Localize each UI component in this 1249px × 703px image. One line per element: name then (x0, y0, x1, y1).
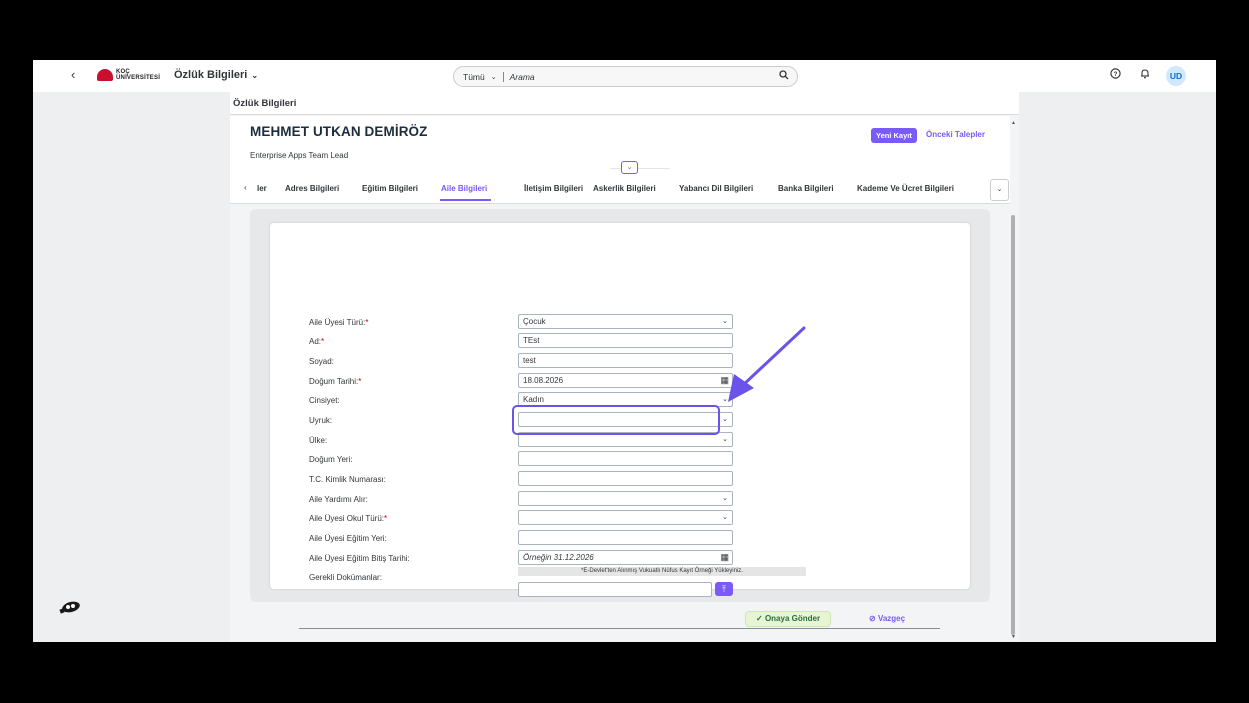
scroll-down-icon[interactable]: ▼ (1011, 634, 1016, 640)
tab-foreign-language[interactable]: Yabancı Dil Bilgileri (679, 184, 753, 193)
tab-address[interactable]: Adres Bilgileri (285, 184, 339, 193)
tab-education[interactable]: Eğitim Bilgileri (362, 184, 418, 193)
label-birth-place: Doğum Yeri: (309, 455, 353, 464)
chevron-left-icon[interactable]: ‹ (244, 183, 247, 192)
bell-icon[interactable] (1136, 67, 1154, 85)
submit-for-approval-button[interactable]: ✓ Onaya Gönder (745, 611, 832, 627)
tab-overflow-button[interactable]: ⌄ (990, 179, 1009, 201)
scrollbar[interactable] (1011, 215, 1015, 635)
label-family-aid: Aile Yardımı Alır: (309, 495, 368, 504)
app-window: ‹ KOÇ ÜNİVERSİTESİ Özlük Bilgileri ⌄ Tüm… (33, 60, 1216, 642)
page: Özlük Bilgileri MEHMET UTKAN DEMİRÖZ Ent… (230, 92, 1019, 642)
cancel-button[interactable]: ⊘ Vazgeç (869, 614, 905, 623)
search-scope-label: Tümü (463, 71, 485, 82)
education-end-date-input[interactable]: Örneğin 31.12.2026 ▦ (518, 550, 733, 565)
education-place-input[interactable] (518, 530, 733, 545)
tab-contact[interactable]: İletişim Bilgileri (524, 184, 583, 193)
tab-salary[interactable]: Kademe Ve Ücret Bilgileri (857, 184, 954, 193)
shell-actions: ? UD (1106, 66, 1186, 86)
chat-assistant-icon[interactable] (58, 600, 82, 623)
logo-mark (97, 69, 113, 81)
school-type-select[interactable]: ⌄ (518, 510, 733, 525)
family-aid-select[interactable]: ⌄ (518, 491, 733, 506)
logo-text-line2: ÜNİVERSİTESİ (116, 75, 161, 81)
avatar[interactable]: UD (1166, 66, 1186, 86)
chevron-down-icon: ⌄ (251, 70, 259, 80)
label-member-type: Aile Üyesi Türü:* (309, 318, 369, 327)
tab-bank[interactable]: Banka Bilgileri (778, 184, 834, 193)
app-title: Özlük Bilgileri (174, 69, 248, 81)
chevron-down-icon: ⌄ (722, 436, 728, 443)
documents-hint: *E-Devlet'ten Alınmış Vukuatlı Nüfus Kay… (518, 567, 806, 576)
search-bar: Tümü ⌄ Arama (453, 66, 798, 87)
search-scope-select[interactable]: Tümü ⌄ (454, 72, 503, 82)
employee-name: MEHMET UTKAN DEMİRÖZ (250, 124, 428, 139)
label-birth-date: Doğum Tarihi:* (309, 377, 362, 386)
tab-military[interactable]: Askerlik Bilgileri (593, 184, 656, 193)
tab-family[interactable]: Aile Bilgileri (441, 184, 487, 193)
annotation-highlight-box (512, 405, 720, 435)
employee-role: Enterprise Apps Team Lead (250, 151, 349, 160)
calendar-icon[interactable]: ▦ (720, 551, 729, 564)
label-documents: Gerekli Dokümanlar: (309, 573, 382, 582)
app-title-menu[interactable]: Özlük Bilgileri ⌄ (174, 69, 258, 81)
chevron-down-icon: ⌄ (722, 495, 728, 502)
svg-text:?: ? (1113, 71, 1117, 78)
shell-bar: ‹ KOÇ ÜNİVERSİTESİ Özlük Bilgileri ⌄ Tüm… (33, 60, 1216, 92)
chevron-down-icon: ⌄ (722, 514, 728, 521)
help-icon[interactable]: ? (1106, 67, 1124, 85)
active-tab-indicator (440, 199, 491, 201)
label-education-end-date: Aile Üyesi Eğitim Bitiş Tarihi: (309, 554, 410, 563)
page-title: Özlük Bilgileri (233, 98, 297, 109)
annotation-arrow-icon (728, 326, 806, 402)
label-last-name: Soyad: (309, 357, 334, 366)
previous-requests-link[interactable]: Önceki Talepler (926, 130, 985, 139)
label-id-number: T.C. Kimlik Numarası: (309, 475, 386, 484)
tab-partial[interactable]: ler (257, 184, 267, 193)
label-nationality: Uyruk: (309, 416, 333, 425)
university-logo[interactable]: KOÇ ÜNİVERSİTESİ (97, 69, 160, 81)
divider (610, 168, 670, 169)
collapse-header-button[interactable]: ⌄ (621, 161, 638, 174)
search-icon[interactable] (771, 70, 797, 83)
id-number-input[interactable] (518, 471, 733, 486)
chevron-left-icon[interactable]: ‹ (71, 67, 75, 82)
scroll-up-icon[interactable]: ▲ (1011, 120, 1016, 126)
upload-icon[interactable]: ⤒ (715, 582, 733, 596)
label-country: Ülke: (309, 436, 328, 445)
birth-place-input[interactable] (518, 451, 733, 466)
label-school-type: Aile Üyesi Okul Türü:* (309, 514, 388, 523)
search-input[interactable]: Arama (504, 72, 771, 82)
label-first-name: Ad:* (309, 337, 325, 346)
tab-bar: ‹ ler Adres Bilgileri Eğitim Bilgileri A… (230, 176, 1010, 204)
label-education-place: Aile Üyesi Eğitim Yeri: (309, 534, 387, 543)
divider (299, 628, 940, 629)
new-record-button[interactable]: Yeni Kayıt (871, 128, 917, 143)
chevron-down-icon: ⌄ (490, 73, 497, 81)
label-gender: Cinsiyet: (309, 396, 340, 405)
documents-file-input[interactable] (518, 582, 712, 597)
